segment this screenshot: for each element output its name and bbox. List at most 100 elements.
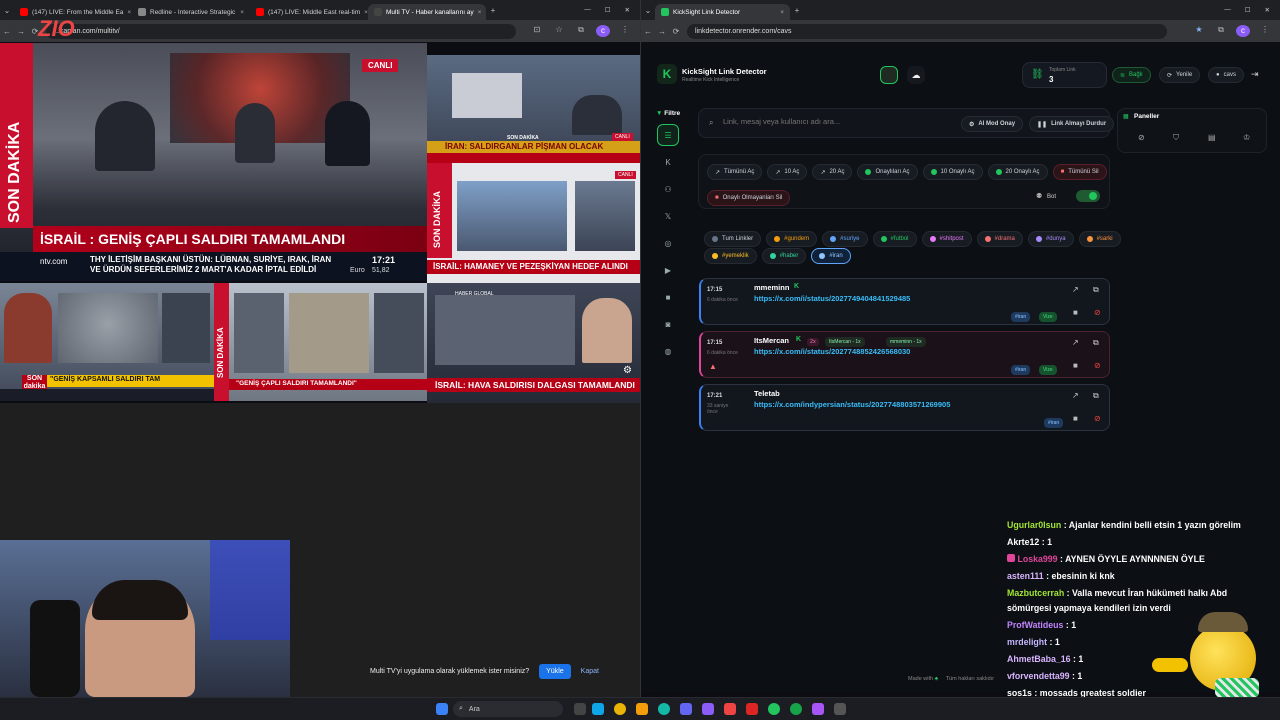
minimize-icon[interactable]: —	[1224, 6, 1231, 14]
tag-shitpost[interactable]: #shitpost	[921, 231, 972, 247]
panel-archive-icon[interactable]: ▤	[1208, 133, 1216, 142]
block-link-icon[interactable]: ⊘	[1094, 361, 1101, 370]
sidebar-globe-icon[interactable]: ◍	[657, 340, 679, 362]
open-link-icon[interactable]: ↗	[1072, 338, 1079, 347]
search-input[interactable]	[723, 117, 953, 126]
sidebar-users-icon[interactable]: ⚇	[657, 178, 679, 200]
extensions-icon[interactable]: ⧉	[1214, 25, 1228, 37]
sidebar-kick-icon[interactable]: K	[657, 151, 679, 173]
delete-link-icon[interactable]: ■	[1073, 414, 1078, 423]
tv-panel-bottom-2[interactable]: SON DAKİKA "GENİŞ ÇAPLI SALDIRI TAMAMLAN…	[214, 283, 427, 401]
left-tab-4[interactable]: Multi TV - Haber kanallarını ay ×	[368, 4, 486, 20]
link-url[interactable]: https://x.com/i/status/20277494048415294…	[754, 294, 910, 303]
profile-avatar[interactable]: c	[596, 25, 610, 37]
open-link-icon[interactable]: ↗	[1072, 285, 1079, 294]
tv-panel-bottom-3[interactable]: HABER GLOBAL İSRAİL: HAVA SALDIRISI DALG…	[427, 283, 640, 403]
task-view-icon[interactable]	[574, 703, 586, 715]
sidebar-youtube-icon[interactable]: ▶	[657, 259, 679, 281]
maximize-icon[interactable]: ☐	[605, 6, 611, 14]
left-tab-2[interactable]: Redline - Interactive Strategic ×	[132, 4, 250, 20]
sidebar-list-icon[interactable]: ☰	[657, 124, 679, 146]
widgets-icon[interactable]	[592, 703, 604, 715]
discord-icon[interactable]	[680, 703, 692, 715]
spotify-icon[interactable]	[790, 703, 802, 715]
main-tv-panel[interactable]: SON DAKİKA CANLI İSRAİL : GENİŞ ÇAPLI SA…	[0, 43, 427, 281]
new-tab-icon[interactable]: +	[486, 6, 500, 15]
close-window-icon[interactable]: ✕	[625, 6, 630, 14]
forward-icon[interactable]: →	[14, 27, 28, 36]
tag-futbol[interactable]: #futbol	[872, 231, 917, 247]
tag-iran[interactable]: #iran	[811, 248, 851, 264]
tag-sarki[interactable]: #sarki	[1078, 231, 1121, 247]
delete-all-button[interactable]: ■ Tümünü Sil	[1052, 164, 1107, 180]
taskbar-search[interactable]: ⌕ Ara	[453, 701, 563, 717]
windows-start-icon[interactable]	[436, 703, 448, 715]
right-url-field[interactable]: linkdetector.onrender.com/cavs	[687, 23, 1167, 39]
panel-shield-icon[interactable]: ⛉	[1173, 133, 1179, 143]
close-tab-icon[interactable]: ×	[478, 9, 482, 16]
link-card[interactable]: 17:15 6 dakika önce mmeminn K https://x.…	[699, 278, 1110, 325]
tv-panel-bottom-1[interactable]: SON dakika "GENİŞ KAPSAMLI SALDIRI TAM	[0, 283, 214, 401]
left-url-field[interactable]: ...kaplan.com/multitv/	[46, 23, 516, 39]
star-icon[interactable]: ★	[1192, 25, 1206, 37]
maximize-icon[interactable]: ☐	[1245, 6, 1251, 14]
app-icon[interactable]	[724, 703, 736, 715]
app-icon[interactable]	[746, 703, 758, 715]
extensions-icon[interactable]: ⧉	[574, 25, 588, 37]
link-user[interactable]: mmeminn	[754, 283, 789, 292]
chrome-icon[interactable]	[614, 703, 626, 715]
refresh-button[interactable]: ⟳ Yenile	[1159, 67, 1201, 83]
app-icon[interactable]	[702, 703, 714, 715]
delete-unapproved-button[interactable]: ■ Onaylı Olmayanları Sil	[707, 190, 791, 206]
logout-icon[interactable]: ⇥	[1251, 69, 1259, 80]
tv-panel-top-right-1[interactable]: CANLI SON DAKİKA İRAN: SALDIRGANLAR PİŞM…	[427, 55, 640, 163]
back-icon[interactable]: ←	[0, 27, 14, 36]
tab-menu-icon[interactable]: ⌄	[641, 6, 655, 15]
right-tab-1[interactable]: KickSight Link Detector ×	[655, 4, 790, 20]
link-url[interactable]: https://x.com/indypersian/status/2027748…	[754, 400, 950, 409]
link-url[interactable]: https://x.com/i/status/20277488524265680…	[754, 347, 910, 356]
back-icon[interactable]: ←	[641, 27, 655, 36]
tv-panel-top-right-2[interactable]: SON DAKİKA CANLI İSRAİL: HAMANEY VE PEZE…	[427, 163, 640, 283]
more-icon[interactable]: ⋮	[618, 25, 632, 37]
close-tab-icon[interactable]: ×	[240, 9, 244, 16]
explorer-icon[interactable]	[636, 703, 648, 715]
tag-all[interactable]: Tum Linkler	[704, 231, 762, 247]
copy-link-icon[interactable]: ⧉	[1093, 391, 1099, 401]
tag-yemeklik[interactable]: #yemeklik	[704, 248, 757, 264]
tab-menu-icon[interactable]: ⌄	[0, 6, 14, 15]
tag-haber[interactable]: #haber	[761, 248, 807, 264]
star-icon[interactable]: ☆	[552, 25, 566, 37]
whatsapp-icon[interactable]	[768, 703, 780, 715]
user-menu[interactable]: ● cavs	[1208, 67, 1244, 83]
tag-gundem[interactable]: #gundem	[766, 231, 818, 247]
sidebar-x-icon[interactable]: 𝕏	[657, 205, 679, 227]
new-tab-icon[interactable]: +	[790, 6, 804, 15]
edge-icon[interactable]	[658, 703, 670, 715]
tag-dunya[interactable]: #dunya	[1027, 231, 1074, 247]
tag-drama[interactable]: #drama	[976, 231, 1023, 247]
minimize-icon[interactable]: —	[584, 6, 591, 14]
panel-trophy-icon[interactable]: ♔	[1243, 133, 1250, 142]
close-tab-icon[interactable]: ×	[127, 9, 131, 16]
more-icon[interactable]: ⋮	[1258, 25, 1272, 37]
open-10-approved-button[interactable]: 10 Onaylı Aç	[922, 164, 983, 180]
open-approved-button[interactable]: Onaylıları Aç	[857, 164, 918, 180]
link-user[interactable]: Teletab	[754, 389, 780, 398]
close-tab-icon[interactable]: ×	[780, 9, 784, 16]
close-prompt-button[interactable]: Kapat	[581, 668, 599, 675]
open-link-icon[interactable]: ↗	[1072, 391, 1079, 400]
link-card[interactable]: 17:15 6 dakika önce ▲ ItsMercan K 2x Its…	[699, 331, 1110, 378]
left-tab-3[interactable]: (147) LIVE: Middle East real-tim ×	[250, 4, 368, 20]
bot-toggle[interactable]	[1076, 190, 1100, 202]
avatar-icon[interactable]	[880, 66, 898, 84]
block-link-icon[interactable]: ⊘	[1094, 308, 1101, 317]
close-window-icon[interactable]: ✕	[1265, 6, 1270, 14]
app-icon[interactable]	[812, 703, 824, 715]
sidebar-camera-icon[interactable]: ◙	[657, 313, 679, 335]
settings-icon[interactable]: ⚙	[623, 365, 632, 376]
open-20-button[interactable]: ↗ 20 Aç	[812, 164, 853, 180]
link-card[interactable]: 17:21 33 saniye önce Teletab https://x.c…	[699, 384, 1110, 431]
open-all-button[interactable]: ↗ Tümünü Aç	[707, 164, 763, 180]
theme-icon[interactable]: ☁	[907, 66, 925, 84]
